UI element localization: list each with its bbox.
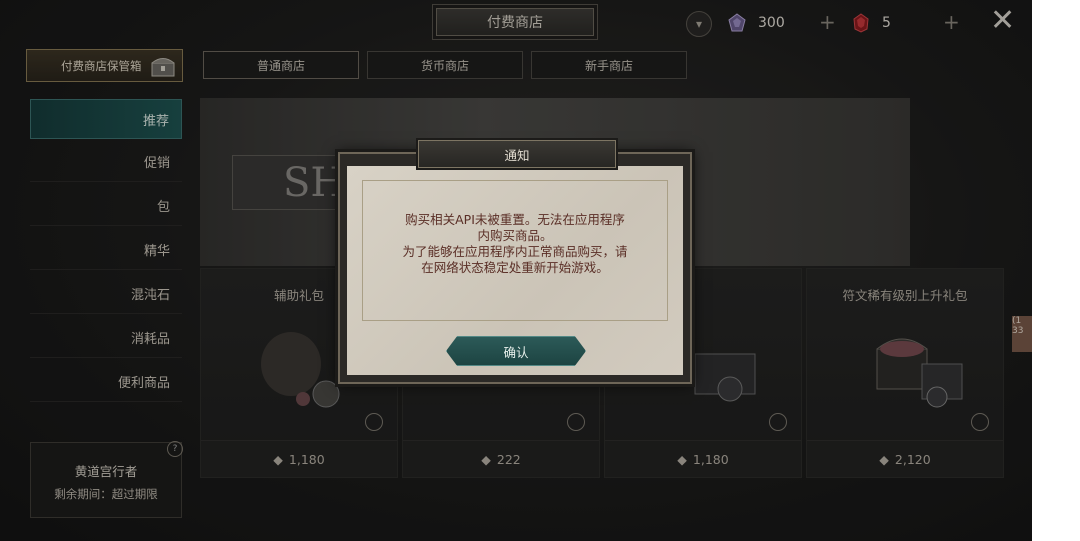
dialog-message: 购买相关API未被重置。无法在应用程序 内购买商品。 为了能够在应用程序内正常商… xyxy=(402,212,628,275)
shop-screen: 付费商店 ▾ 300 + 5 + ✕ 付费商店保管箱 普通商店 货币商店 新手商… xyxy=(0,0,1032,541)
dialog-title: 通知 xyxy=(418,140,616,168)
confirm-button[interactable]: 确认 xyxy=(446,336,586,366)
screen-edge xyxy=(1032,0,1080,541)
